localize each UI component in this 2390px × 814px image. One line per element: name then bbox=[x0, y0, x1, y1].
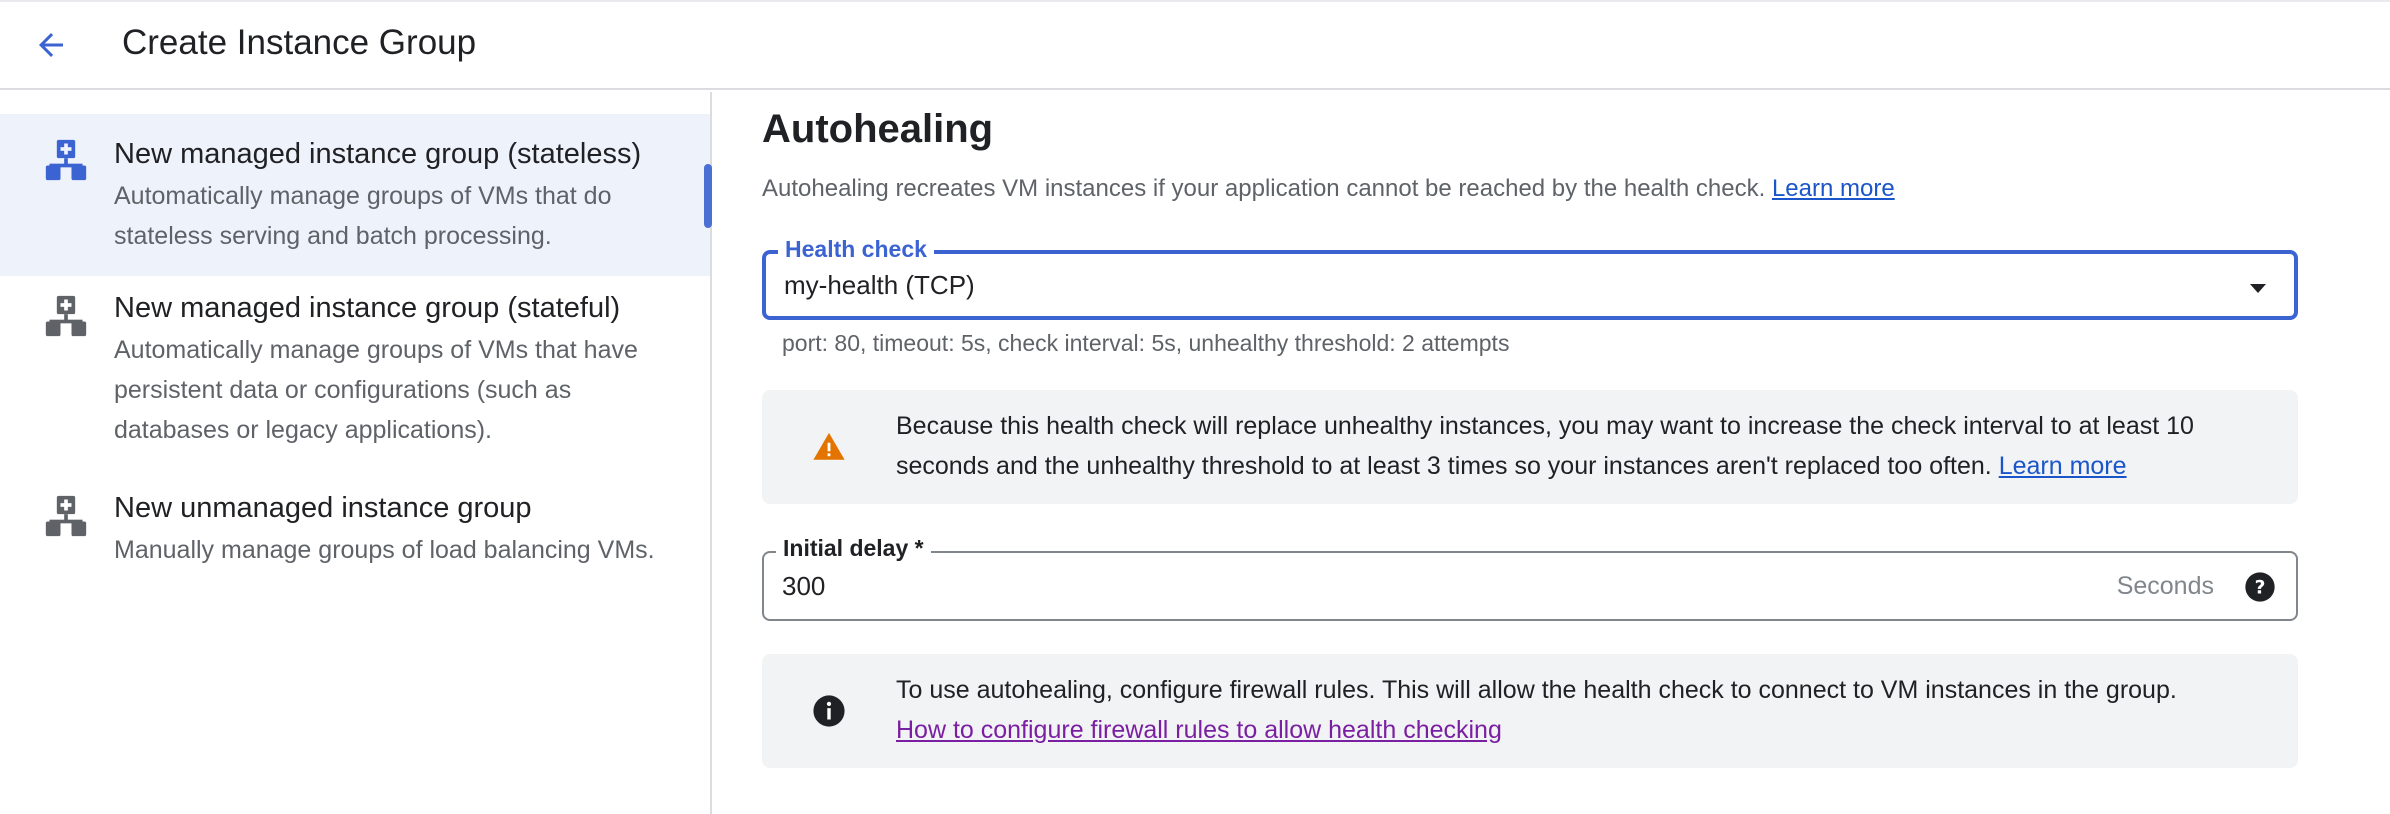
firewall-rules-link[interactable]: How to configure firewall rules to allow… bbox=[896, 716, 1502, 744]
svg-text:?: ? bbox=[2255, 578, 2266, 599]
sidebar-item-description: Automatically manage groups of VMs that … bbox=[114, 182, 612, 250]
sidebar-item-title: New unmanaged instance group bbox=[114, 492, 532, 524]
sidebar-item-managed-stateful[interactable]: New managed instance group (stateful) Au… bbox=[0, 276, 710, 476]
sidebar-item-unmanaged[interactable]: New unmanaged instance group Manually ma… bbox=[0, 476, 710, 616]
warning-callout: Because this health check will replace u… bbox=[762, 390, 2298, 504]
section-title: Autohealing bbox=[762, 107, 994, 151]
chevron-down-icon[interactable] bbox=[2246, 276, 2270, 300]
info-message: To use autohealing, configure firewall r… bbox=[896, 670, 2258, 750]
section-description-text: Autohealing recreates VM instances if yo… bbox=[762, 175, 1766, 202]
warning-learn-more-link[interactable]: Learn more bbox=[1999, 452, 2127, 480]
info-callout: To use autohealing, configure firewall r… bbox=[762, 654, 2298, 768]
arrow-back-icon bbox=[39, 33, 63, 57]
initial-delay-value: 300 bbox=[782, 571, 826, 601]
health-check-details: port: 80, timeout: 5s, check interval: 5… bbox=[782, 330, 1510, 356]
warning-icon bbox=[813, 432, 845, 460]
sidebar-item-description: Manually manage groups of load balancing… bbox=[114, 536, 655, 564]
help-icon[interactable]: ? bbox=[2244, 571, 2276, 603]
managed-group-icon bbox=[45, 295, 87, 337]
health-check-label: Health check bbox=[778, 236, 934, 262]
initial-delay-label: Initial delay * bbox=[776, 535, 931, 561]
seconds-suffix: Seconds bbox=[2116, 572, 2214, 600]
sidebar-item-title: New managed instance group (stateful) bbox=[114, 292, 621, 324]
autohealing-section: Autohealing Autohealing recreates VM ins… bbox=[712, 92, 2390, 814]
health-check-select[interactable]: Health check my-health (TCP) bbox=[762, 236, 2298, 320]
learn-more-link[interactable]: Learn more bbox=[1772, 175, 1895, 202]
info-icon bbox=[813, 695, 845, 727]
section-description: Autohealing recreates VM instances if yo… bbox=[762, 172, 1895, 206]
unmanaged-group-icon bbox=[45, 495, 87, 537]
sidebar-item-title: New managed instance group (stateless) bbox=[114, 138, 642, 170]
sidebar-item-description: Automatically manage groups of VMs that … bbox=[114, 336, 638, 444]
instance-group-type-sidebar: New managed instance group (stateless) A… bbox=[0, 92, 712, 814]
selection-indicator bbox=[704, 164, 712, 228]
page-title: Create Instance Group bbox=[122, 23, 477, 62]
top-app-bar: Create Instance Group bbox=[0, 0, 2390, 90]
info-text: To use autohealing, configure firewall r… bbox=[896, 676, 2177, 704]
initial-delay-input[interactable]: Initial delay * 300 Seconds ? bbox=[762, 535, 2298, 621]
health-check-value: my-health (TCP) bbox=[784, 270, 975, 300]
sidebar-item-managed-stateless[interactable]: New managed instance group (stateless) A… bbox=[0, 114, 710, 276]
managed-group-icon bbox=[45, 139, 87, 181]
back-button[interactable] bbox=[26, 20, 76, 70]
warning-message: Because this health check will replace u… bbox=[896, 406, 2258, 486]
